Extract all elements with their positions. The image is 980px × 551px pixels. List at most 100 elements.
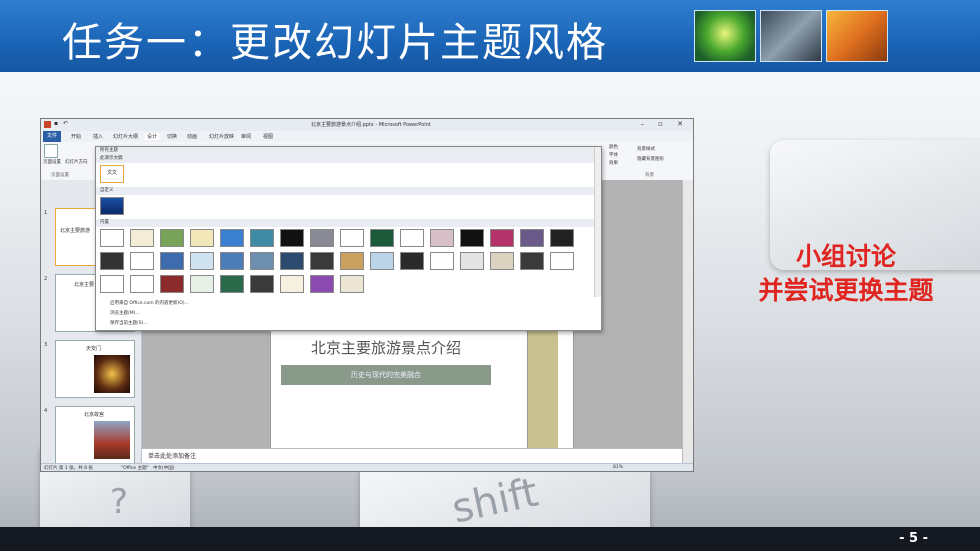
theme-tile-builtin[interactable] (220, 275, 244, 293)
tab-review[interactable]: 审阅 (241, 133, 251, 140)
theme-tile-builtin[interactable] (310, 252, 334, 270)
theme-tile-builtin[interactable] (130, 275, 154, 293)
theme-tile-builtin[interactable] (190, 229, 214, 247)
theme-tile-builtin[interactable] (460, 229, 484, 247)
slide-thumbnail-label: 北京主要旅游 (60, 228, 91, 234)
page-setup-button[interactable]: 页面设置 (43, 159, 61, 165)
slide-thumbnail-label: 北京故宫 (84, 412, 105, 418)
theme-tile-builtin[interactable] (100, 229, 124, 247)
undo-icon[interactable]: ↶ (63, 120, 68, 127)
slide-subtitle[interactable]: 历史与现代的完美融合 (281, 365, 491, 385)
theme-tile-builtin[interactable] (340, 252, 364, 270)
gallery-section-custom: 自定义 (96, 187, 601, 195)
question-key-label: ? (110, 482, 129, 522)
gallery-section-builtin: 内置 (96, 219, 601, 227)
tiananmen-photo (94, 355, 130, 393)
theme-tile-builtin[interactable] (520, 252, 544, 270)
theme-gallery-dropdown: 所有主题 此演示文稿 文文 自定义 内置 启用来自 Office.com 的内容… (95, 146, 602, 331)
theme-tile-builtin[interactable] (400, 229, 424, 247)
tab-outline[interactable]: 幻灯片大纲 (113, 133, 138, 140)
tab-animations[interactable]: 动画 (187, 133, 197, 140)
theme-tile-builtin[interactable] (310, 229, 334, 247)
slide-title[interactable]: 北京主要旅游景点介绍 (281, 337, 491, 358)
slide-decoration (527, 311, 558, 461)
theme-tile-builtin[interactable] (250, 252, 274, 270)
slide-thumbnail-3[interactable]: 天安门 (55, 340, 135, 398)
network-image (760, 10, 822, 62)
slide-number: 2 (44, 276, 48, 282)
menu-browse-themes[interactable]: 浏览主题(M)... (110, 310, 140, 316)
slide-number: 4 (44, 408, 48, 414)
colors-button[interactable]: 颜色 (609, 144, 618, 150)
status-theme: "Office 主题" (121, 466, 149, 471)
gallery-scrollbar[interactable] (594, 147, 601, 297)
theme-tile-builtin[interactable] (250, 275, 274, 293)
tab-home[interactable]: 开始 (71, 133, 81, 140)
theme-tile-builtin[interactable] (190, 275, 214, 293)
tab-file[interactable]: 文件 (43, 131, 61, 142)
slide-thumbnail-4[interactable]: 北京故宫 (55, 406, 135, 464)
status-language: 中文(中国) (153, 466, 175, 471)
theme-tile-builtin[interactable] (340, 275, 364, 293)
theme-tile-builtin[interactable] (520, 229, 544, 247)
tab-slideshow[interactable]: 幻灯片放映 (209, 133, 234, 140)
zoom-level[interactable]: 81% (613, 465, 623, 470)
theme-tile-builtin[interactable] (370, 252, 394, 270)
theme-tile-builtin[interactable] (280, 229, 304, 247)
theme-tile-builtin[interactable] (400, 252, 424, 270)
theme-tile-builtin[interactable] (550, 252, 574, 270)
theme-tile-builtin[interactable] (280, 275, 304, 293)
theme-tile-builtin[interactable] (130, 229, 154, 247)
tab-transitions[interactable]: 切换 (167, 133, 177, 140)
page-setup-icon[interactable] (44, 144, 58, 158)
theme-tile-builtin[interactable] (190, 252, 214, 270)
slide-number: 1 (44, 210, 48, 216)
menu-office-online[interactable]: 启用来自 Office.com 的内容更新(O)... (110, 300, 189, 306)
tab-insert[interactable]: 插入 (93, 133, 103, 140)
theme-tile-builtin[interactable] (100, 275, 124, 293)
theme-tile-builtin[interactable] (490, 229, 514, 247)
save-icon[interactable]: ▪ (54, 120, 58, 127)
theme-tile-builtin[interactable] (160, 229, 184, 247)
tab-view[interactable]: 视图 (263, 133, 273, 140)
theme-tile-builtin[interactable] (220, 229, 244, 247)
slide-thumbnail-label: 天安门 (86, 346, 102, 352)
theme-tile-builtin[interactable] (490, 252, 514, 270)
theme-tile-builtin[interactable] (100, 252, 124, 270)
hide-background-checkbox[interactable]: 隐藏背景图形 (637, 156, 664, 162)
menu-save-theme[interactable]: 保存当前主题(S)... (110, 320, 148, 326)
powerpoint-screenshot: ▪ ↶ 北京主要旅游景点介绍.pptx - Microsoft PowerPoi… (40, 118, 694, 472)
tab-design[interactable]: 设计 (145, 133, 160, 140)
forbidden-city-photo (94, 421, 130, 459)
keyboard-hands-image (826, 10, 888, 62)
notes-pane[interactable]: 单击此处添加备注 (142, 448, 682, 463)
theme-tile-custom[interactable] (100, 197, 124, 215)
theme-tile-builtin[interactable] (160, 275, 184, 293)
fonts-button[interactable]: 字体 (609, 152, 618, 158)
theme-tile-builtin[interactable] (280, 252, 304, 270)
vertical-scrollbar[interactable] (682, 180, 693, 463)
background-styles-button[interactable]: 背景样式 (637, 146, 655, 152)
window-controls[interactable]: – ▫ ✕ (640, 120, 689, 128)
theme-tile-builtin[interactable] (550, 229, 574, 247)
effects-button[interactable]: 效果 (609, 160, 618, 166)
current-slide[interactable]: 北京主要旅游景点介绍 历史与现代的完美融合 (270, 310, 574, 462)
theme-tile-builtin[interactable] (460, 252, 484, 270)
window-title: 北京主要旅游景点介绍.pptx - Microsoft PowerPoint (311, 122, 431, 128)
theme-tile-builtin[interactable] (340, 229, 364, 247)
status-slide-info: 幻灯片 第 1 张，共 8 张 (44, 466, 93, 471)
theme-tile-current[interactable]: 文文 (100, 165, 124, 183)
theme-tile-builtin[interactable] (220, 252, 244, 270)
theme-tile-builtin[interactable] (430, 229, 454, 247)
slide-orientation-button[interactable]: 幻灯片方向 (65, 159, 88, 165)
page-number: - 5 - (899, 531, 928, 546)
group-page-setup-label: 页面设置 (51, 173, 69, 178)
discussion-line-2: 并尝试更换主题 (758, 276, 934, 305)
theme-tile-builtin[interactable] (370, 229, 394, 247)
theme-tile-builtin[interactable] (130, 252, 154, 270)
theme-tile-builtin[interactable] (160, 252, 184, 270)
gallery-header-all[interactable]: 所有主题 (96, 147, 601, 155)
theme-tile-builtin[interactable] (250, 229, 274, 247)
theme-tile-builtin[interactable] (310, 275, 334, 293)
theme-tile-builtin[interactable] (430, 252, 454, 270)
